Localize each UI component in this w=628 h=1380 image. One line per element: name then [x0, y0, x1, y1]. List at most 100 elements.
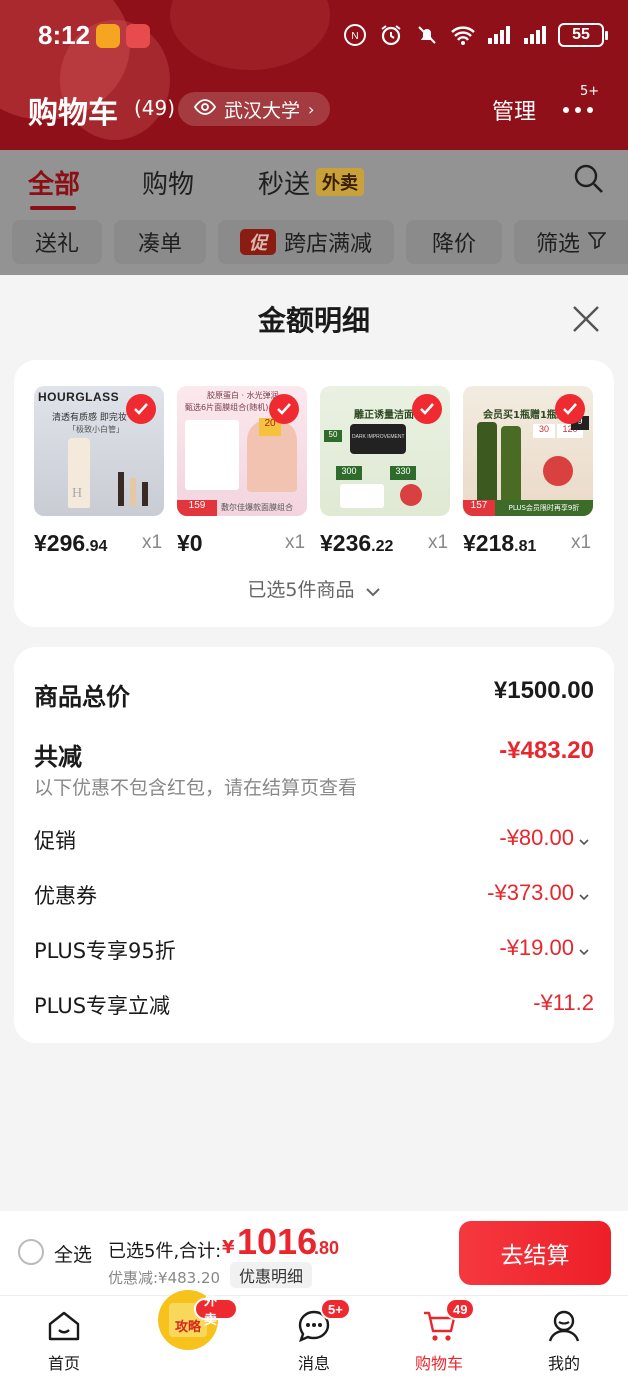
cart-header: 购物车 (49) 武汉大学 › 管理 5+ — [0, 80, 628, 136]
footer-text: 敷尔佳爆款面膜组合 — [221, 503, 293, 512]
page-title: 购物车 — [28, 96, 118, 131]
tagline-text: 「极致小白管」 — [68, 425, 124, 434]
cart-badge: 49 — [445, 1298, 476, 1320]
location-label: 武汉大学 — [224, 99, 301, 122]
goods-price: ¥236.22 — [320, 530, 393, 557]
coupon-label: 优惠券 — [34, 884, 97, 908]
plus-discount-amount: -¥19.00 — [499, 935, 574, 960]
chip-price-drop[interactable]: 降价 — [406, 220, 502, 264]
selected-summary-label: 已选5件商品 — [247, 579, 355, 601]
plus-discount-label: PLUS专享95折 — [34, 939, 176, 963]
tab-all[interactable]: 全部 — [28, 164, 80, 201]
promotion-label: 促销 — [34, 829, 76, 853]
chip-label: 跨店满减 — [283, 232, 372, 257]
tab-shopping[interactable]: 购物 — [142, 164, 194, 201]
chevron-down-icon — [578, 936, 590, 962]
svg-text:N: N — [351, 31, 358, 42]
footer-text: PLUS会员限时再享9折 — [495, 500, 593, 516]
price-corner: 157 — [463, 500, 495, 516]
product-text: DARK IMPROVEMENT — [352, 434, 405, 440]
price-breakdown-card: 商品总价 ¥1500.00 共减 -¥483.20 以下优惠不包含红包，请在结算… — [14, 647, 614, 1043]
selected-goods-card: HOURGLASS 清透有质感 即完妆 「极致小白管」 H ¥296.94 x1… — [14, 360, 614, 627]
status-bar: 8:12 N 55 — [0, 0, 628, 72]
plus-reduction-label: PLUS专享立减 — [34, 994, 171, 1018]
total-amount-decimal: .80 — [314, 1238, 340, 1258]
goods-quantity: x1 — [428, 532, 449, 553]
tab-home[interactable]: 首页 — [14, 1296, 114, 1380]
checkout-button[interactable]: 去结算 — [459, 1221, 611, 1285]
discount-summary: 优惠减:¥483.20 — [108, 1269, 221, 1287]
chip-add-on[interactable]: 凑单 — [114, 220, 206, 264]
tab-guide[interactable]: 攻略 外卖 — [138, 1290, 238, 1380]
tab-instant-delivery[interactable]: 秒送 — [258, 164, 310, 201]
price-integer: ¥296 — [34, 530, 86, 556]
plus-reduction-value: -¥11.2 — [533, 990, 594, 1015]
bottom-tab-bar: 首页 攻略 外卖 5+ 消息 49 购物车 我的 — [0, 1290, 628, 1380]
manage-button[interactable]: 管理 — [492, 94, 536, 126]
price-corner: 159 — [177, 500, 217, 516]
search-icon[interactable] — [572, 162, 606, 196]
messages-badge: 5+ — [320, 1298, 351, 1320]
product-shade — [130, 478, 136, 506]
chip-label: 凑单 — [137, 232, 182, 257]
goods-price: ¥296.94 — [34, 530, 107, 557]
checked-icon[interactable] — [126, 394, 156, 424]
chip-gift[interactable]: 送礼 — [12, 220, 102, 264]
price-integer: ¥218 — [463, 530, 515, 556]
goods-price: ¥0 — [177, 530, 203, 557]
status-time: 8:12 — [38, 20, 91, 50]
location-selector[interactable]: 武汉大学 › — [178, 92, 331, 126]
checked-icon[interactable] — [555, 394, 585, 424]
plus-discount-value: -¥19.00 — [499, 935, 590, 962]
tagline-text: 胶原蛋白 · 水光弹润 — [207, 391, 279, 400]
app-notification-icon — [96, 24, 120, 48]
total-price-label: 商品总价 — [34, 683, 130, 711]
sample-tubes — [340, 484, 384, 508]
cart-count: (49) — [134, 96, 176, 120]
tab-messages[interactable]: 5+ 消息 — [264, 1296, 364, 1380]
mute-icon — [414, 22, 440, 48]
tab-label: 首页 — [47, 1354, 80, 1373]
checked-icon[interactable] — [412, 394, 442, 424]
reduction-note: 以下优惠不包含红包，请在结算页查看 — [34, 777, 358, 799]
product-shade — [142, 482, 148, 506]
product-logo: H — [72, 486, 83, 501]
select-all-label[interactable]: 全选 — [54, 1240, 92, 1267]
more-badge: 5+ — [580, 84, 600, 99]
promotion-value: -¥80.00 — [499, 825, 590, 852]
promo-number: 330 — [390, 466, 416, 480]
select-all-radio[interactable] — [18, 1239, 44, 1265]
goods-quantity: x1 — [285, 532, 306, 553]
chevron-down-icon — [365, 580, 381, 602]
coupon-amount: -¥373.00 — [487, 880, 574, 905]
coupon-value: -¥373.00 — [487, 880, 590, 907]
tab-me[interactable]: 我的 — [514, 1296, 614, 1380]
reduction-label: 共减 — [34, 743, 82, 771]
home-icon — [46, 1308, 82, 1344]
promotion-amount: -¥80.00 — [499, 825, 574, 850]
total-price-value: ¥1500.00 — [493, 677, 594, 704]
promo-number: 300 — [336, 466, 362, 480]
tab-label: 购物车 — [414, 1354, 463, 1373]
close-icon[interactable] — [568, 301, 604, 337]
mask-packs — [185, 420, 239, 490]
chip-filter[interactable]: 筛选 — [514, 220, 628, 264]
takeout-tag: 外卖 — [316, 168, 364, 196]
discount-detail-button[interactable]: 优惠明细 — [230, 1262, 313, 1288]
tab-label: 消息 — [297, 1354, 330, 1373]
category-tabs: 全部 购物 秒送 外卖 送礼 凑单 促跨店满减 降价 筛选 — [0, 150, 628, 275]
tab-cart[interactable]: 49 购物车 — [389, 1296, 489, 1380]
selected-goods-toggle[interactable]: 已选5件商品 — [14, 575, 614, 602]
bottle — [477, 422, 497, 506]
promo-number: 50 — [324, 430, 342, 442]
chip-label: 降价 — [431, 232, 476, 257]
tab-underline — [30, 206, 76, 210]
price-decimal: .81 — [514, 538, 537, 555]
price-integer: ¥0 — [177, 530, 203, 556]
checked-icon[interactable] — [269, 394, 299, 424]
chevron-down-icon — [578, 881, 590, 907]
chip-cross-store-discount[interactable]: 促跨店满减 — [218, 220, 394, 264]
bottle — [501, 426, 521, 506]
selected-info: 已选5件,合计: — [108, 1241, 222, 1262]
gift-badge — [543, 456, 573, 486]
